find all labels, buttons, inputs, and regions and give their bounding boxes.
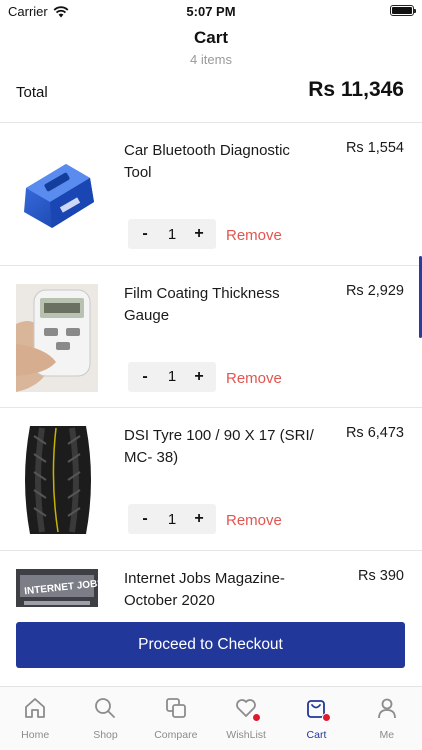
tab-home[interactable]: Home xyxy=(0,687,70,750)
status-bar: Carrier 5:07 PM xyxy=(0,0,422,22)
quantity-stepper: - 1 + xyxy=(128,361,216,392)
tab-label: WishList xyxy=(226,729,266,741)
tab-shop[interactable]: Shop xyxy=(70,687,140,750)
product-image-thickness-gauge[interactable] xyxy=(16,283,98,392)
tab-wishlist[interactable]: WishList xyxy=(211,687,281,750)
total-value: Rs 11,346 xyxy=(308,78,404,101)
tab-label: Home xyxy=(21,729,50,741)
person-icon xyxy=(377,698,396,719)
remove-button[interactable]: Remove xyxy=(226,512,282,529)
notification-badge xyxy=(252,713,262,722)
product-image-obd-scanner[interactable] xyxy=(16,141,98,249)
cart-item: Car Bluetooth Diagnostic Tool Rs 1,554 -… xyxy=(0,123,422,266)
product-name[interactable]: DSI Tyre 100 / 90 X 17 (SRI/ MC- 38) xyxy=(124,425,320,469)
product-price: Rs 1,554 xyxy=(345,140,404,156)
tab-label: Shop xyxy=(93,729,118,741)
quantity-stepper: - 1 + xyxy=(128,219,216,249)
page-header: Cart 4 items xyxy=(0,28,422,67)
increase-button[interactable]: + xyxy=(192,225,206,243)
product-image-magazine[interactable]: INTERNET JOBS xyxy=(16,568,98,607)
proceed-to-checkout-button[interactable]: Proceed to Checkout xyxy=(16,622,405,668)
quantity-value: 1 xyxy=(167,510,177,528)
decrease-button[interactable]: - xyxy=(138,368,152,386)
product-name[interactable]: Car Bluetooth Diagnostic Tool xyxy=(124,140,320,184)
notification-badge xyxy=(322,713,332,722)
search-icon xyxy=(95,698,116,718)
quantity-stepper: - 1 + xyxy=(128,504,216,534)
remove-button[interactable]: Remove xyxy=(226,370,282,387)
cart-item: DSI Tyre 100 / 90 X 17 (SRI/ MC- 38) Rs … xyxy=(0,408,422,551)
total-label: Total xyxy=(16,84,48,101)
product-price: Rs 2,929 xyxy=(345,282,404,299)
increase-button[interactable]: + xyxy=(192,510,206,528)
product-name[interactable]: Internet Jobs Magazine- October 2020 xyxy=(124,568,320,608)
page-title: Cart xyxy=(193,28,228,47)
total-row: Total Rs 11,346 xyxy=(0,78,422,108)
product-name[interactable]: Film Coating Thickness Gauge xyxy=(124,283,320,327)
tab-label: Cart xyxy=(306,729,327,741)
product-price: Rs 390 xyxy=(358,567,404,584)
item-count: 4 items xyxy=(190,52,232,67)
battery-icon xyxy=(390,5,416,16)
cart-list[interactable]: Car Bluetooth Diagnostic Tool Rs 1,554 -… xyxy=(0,123,422,607)
cart-item: INTERNET JOBS Internet Jobs Magazine- Oc… xyxy=(0,551,422,608)
product-image-tyre[interactable] xyxy=(16,426,98,534)
product-price: Rs 6,473 xyxy=(345,425,404,441)
home-icon xyxy=(25,698,46,718)
quantity-value: 1 xyxy=(167,368,177,385)
tab-label: Compare xyxy=(154,729,198,741)
compare-icon xyxy=(165,698,186,718)
quantity-value: 1 xyxy=(167,225,177,243)
tab-label: Me xyxy=(379,729,395,741)
checkout-bar: Proceed to Checkout xyxy=(0,608,422,686)
increase-button[interactable]: + xyxy=(192,368,206,386)
remove-button[interactable]: Remove xyxy=(226,227,282,244)
tab-compare[interactable]: Compare xyxy=(141,687,211,750)
cart-item: Film Coating Thickness Gauge Rs 2,929 - … xyxy=(0,266,422,408)
decrease-button[interactable]: - xyxy=(138,225,152,243)
decrease-button[interactable]: - xyxy=(138,510,152,528)
tab-me[interactable]: Me xyxy=(352,687,422,750)
heart-icon-wrap xyxy=(233,695,262,722)
cart-icon-wrap xyxy=(303,695,332,722)
tab-cart[interactable]: Cart xyxy=(281,687,351,750)
status-time: 5:07 PM xyxy=(186,4,236,19)
bottom-tab-bar: Home Shop Compare WishList Cart Me xyxy=(0,686,422,750)
